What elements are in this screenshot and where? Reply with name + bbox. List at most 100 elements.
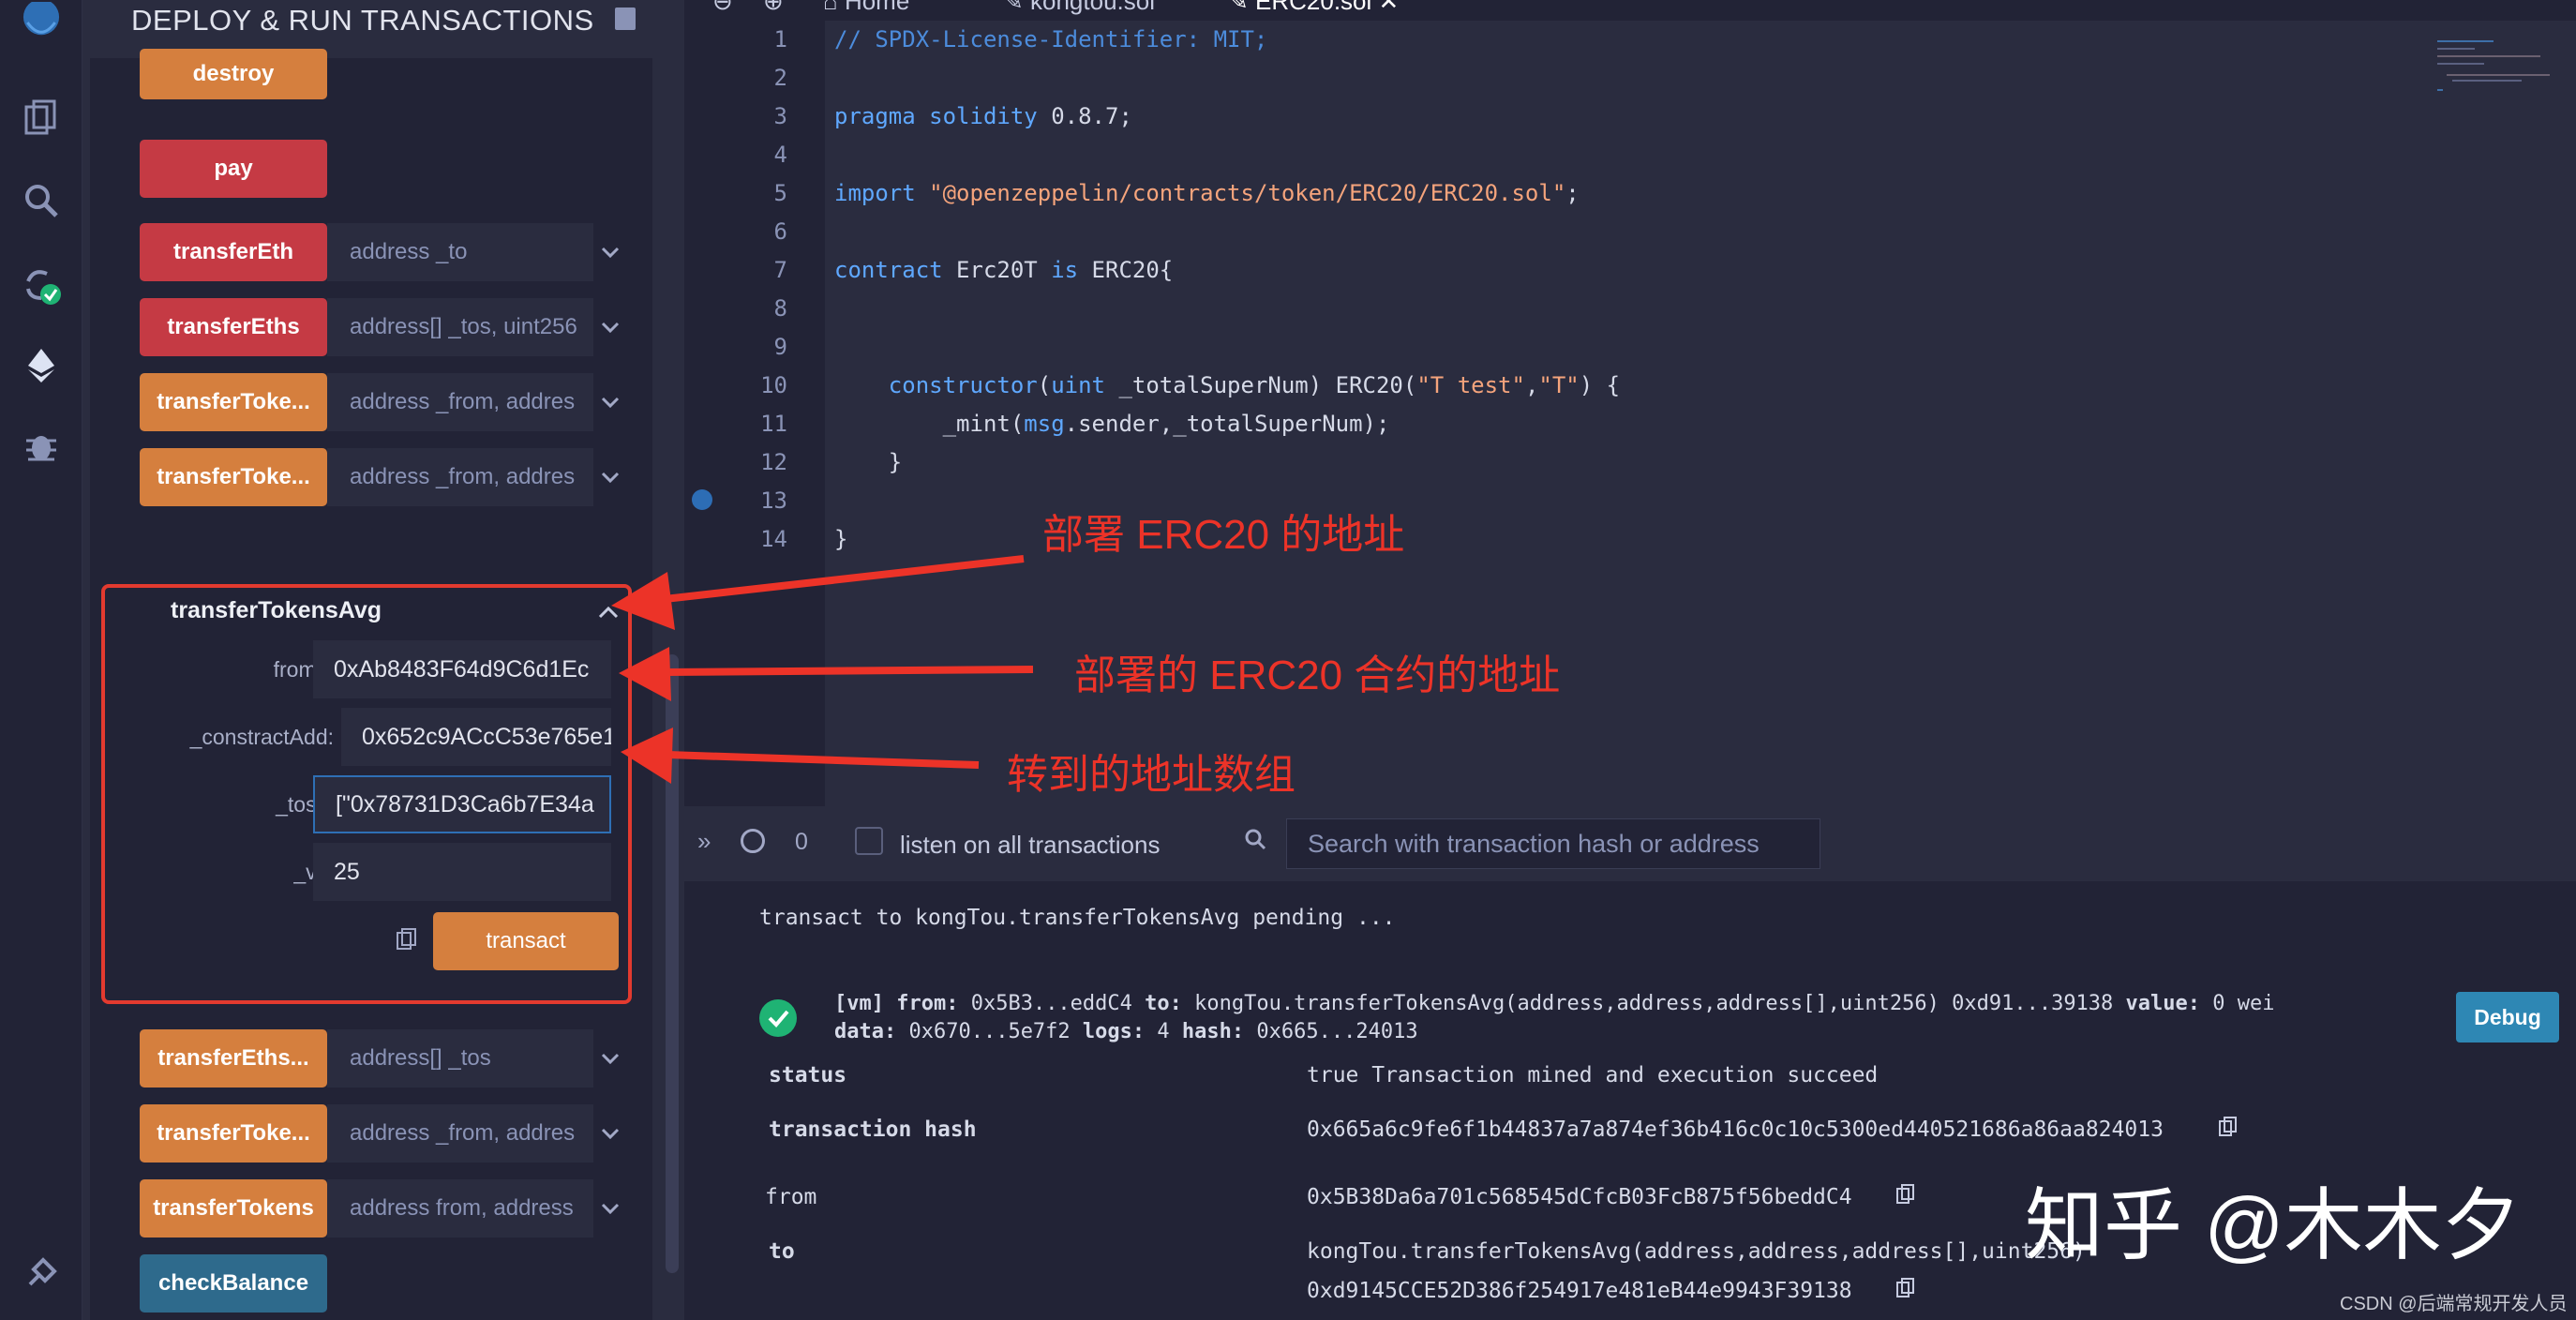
annotation-address-array: 转到的地址数组	[1007, 752, 1295, 798]
tos-input[interactable]: ["0x78731D3Ca6b7E34a	[313, 775, 611, 833]
transferEths-button[interactable]: transferEths...	[140, 1029, 327, 1088]
transferTokens-input[interactable]: address _from, addres	[327, 1104, 593, 1162]
tab-erc20[interactable]: ✎ ERC20.sol ✕	[1228, 0, 1399, 16]
search-icon[interactable]	[15, 174, 67, 227]
debugger-icon[interactable]	[15, 420, 67, 472]
transferTokensAvg-form: transferTokensAvg from: 0xAb8483F64d9C6d…	[101, 584, 632, 1004]
code-line[interactable]: 5 import "@openzeppelin/contracts/token/E…	[684, 176, 2512, 210]
search-icon	[1243, 827, 1267, 851]
panel-scrollbar[interactable]	[666, 654, 679, 1273]
minimap[interactable]	[2437, 38, 2559, 112]
code-text: }	[834, 449, 903, 475]
tx-summary-line1[interactable]: [vm] from: 0x5B3...eddC4 to: kongTou.tra…	[834, 992, 2275, 1015]
transaction-search-input[interactable]: Search with transaction hash or address	[1286, 818, 1820, 869]
chevron-down-icon[interactable]	[596, 373, 624, 431]
code-text: constructor(uint _totalSuperNum) ERC20("…	[888, 372, 1621, 398]
contract-address-input[interactable]: 0x652c9ACcC53e765e1	[341, 708, 611, 766]
debug-button[interactable]: Debug	[2456, 992, 2559, 1042]
transferEths-input[interactable]: address[] _tos, uint256	[327, 298, 593, 356]
copy-icon[interactable]	[1895, 1277, 1916, 1299]
file-explorer-icon[interactable]	[15, 92, 67, 144]
transferTokens-input[interactable]: address _from, addres	[327, 373, 593, 431]
chevron-down-icon[interactable]	[596, 1104, 624, 1162]
code-text: contract Erc20T is ERC20{	[834, 257, 1174, 283]
code-line[interactable]: 11 _mint(msg.sender,_totalSuperNum);	[684, 407, 2512, 441]
terminal-toolbar: » 0 listen on all transactions Search wi…	[684, 806, 2576, 881]
chevron-down-icon[interactable]	[596, 1029, 624, 1088]
row-value: 0x5B38Da6a701c568545dCfcB03FcB875f56bedd…	[1307, 1185, 1852, 1209]
code-line[interactable]: 2	[684, 61, 2512, 95]
row-key: transaction hash	[769, 1118, 977, 1142]
transferTokens-button[interactable]: transferToke...	[140, 373, 327, 431]
icon-bar	[0, 0, 82, 1320]
copy-icon[interactable]	[1895, 1183, 1916, 1206]
transferEth-button[interactable]: transferEth	[140, 223, 327, 281]
row-value: 0x665a6c9fe6f1b44837a7a874ef36b416c0c10c…	[1307, 1118, 2164, 1142]
copy-icon[interactable]	[396, 927, 418, 952]
annotation-contract-address: 部署的 ERC20 合约的地址	[1074, 652, 1561, 698]
transferTokens-input[interactable]: address _from, addres	[327, 448, 593, 506]
line-number: 12	[760, 449, 787, 475]
plugin-manager-icon[interactable]	[15, 1247, 67, 1299]
tab-kongtou[interactable]: ✎ kongtou.sol	[1003, 0, 1155, 16]
transferTokens-button[interactable]: transferToke...	[140, 448, 327, 506]
code-text: }	[834, 526, 848, 552]
transferTokens-button[interactable]: transferTokens	[140, 1179, 327, 1238]
checkBalance-button[interactable]: checkBalance	[140, 1254, 327, 1312]
clear-console-icon[interactable]	[741, 829, 765, 853]
listen-label: listen on all transactions	[900, 831, 1161, 859]
line-number: 10	[760, 372, 787, 398]
close-icon[interactable]: ✕	[1371, 0, 1400, 15]
code-line[interactable]: 3 pragma solidity 0.8.7;	[684, 99, 2512, 133]
chevron-up-icon[interactable]	[596, 601, 621, 625]
remix-logo-icon[interactable]	[13, 0, 69, 51]
deploy-run-icon[interactable]	[15, 339, 67, 392]
listen-checkbox[interactable]	[855, 827, 883, 855]
destroy-button[interactable]: destroy	[140, 49, 327, 99]
pending-count: 0	[795, 829, 808, 855]
code-line[interactable]: 13	[684, 484, 2512, 518]
csdn-watermark: CSDN @后端常规开发人员	[2340, 1294, 2568, 1314]
success-check-icon	[759, 999, 797, 1037]
copy-icon[interactable]	[2218, 1116, 2239, 1138]
code-line[interactable]: 10 constructor(uint _totalSuperNum) ERC2…	[684, 368, 2512, 402]
chevron-down-icon[interactable]	[596, 448, 624, 506]
transferTokens-button[interactable]: transferToke...	[140, 1104, 327, 1162]
chevron-down-icon[interactable]	[596, 1179, 624, 1238]
v-input[interactable]: 25	[313, 843, 611, 901]
zoom-out-icon[interactable]: ⊖	[712, 0, 733, 16]
transferEths-button[interactable]: transferEths	[140, 298, 327, 356]
deployed-contract-functions: destroy pay transferEth address _to tran…	[90, 49, 652, 1320]
code-line[interactable]: 4	[684, 138, 2512, 172]
code-text: pragma solidity 0.8.7;	[834, 103, 1132, 129]
line-number: 5	[773, 180, 787, 206]
code-line[interactable]: 1 // SPDX-License-Identifier: MIT;	[684, 22, 2512, 56]
code-editor[interactable]: 1 // SPDX-License-Identifier: MIT; 2 3 pragm…	[684, 21, 2576, 806]
transferEths-input[interactable]: address[] _tos	[327, 1029, 593, 1088]
from-input[interactable]: 0xAb8483F64d9C6d1Ec	[313, 640, 611, 698]
param-label: _v:	[293, 860, 322, 884]
code-line[interactable]: 8	[684, 292, 2512, 325]
compiler-icon[interactable]	[15, 259, 67, 311]
transferEth-input[interactable]: address _to	[327, 223, 593, 281]
code-line[interactable]: 6	[684, 215, 2512, 248]
function-title: transferTokensAvg	[171, 597, 382, 623]
code-line[interactable]: 12 }	[684, 445, 2512, 479]
code-line[interactable]: 7 contract Erc20T is ERC20{	[684, 253, 2512, 287]
tab-home[interactable]: ⌂ Home	[823, 0, 909, 16]
file-icon: ✎	[1228, 0, 1256, 15]
tx-summary-line2[interactable]: data: 0x670...5e7f2 logs: 4 hash: 0x665.…	[834, 1020, 1418, 1043]
transferTokens-input[interactable]: address from, address	[327, 1179, 593, 1238]
zoom-in-icon[interactable]: ⊕	[763, 0, 784, 16]
code-line[interactable]: 14}	[684, 522, 2512, 556]
pay-button[interactable]: pay	[140, 140, 327, 198]
collapse-terminal-icon[interactable]: »	[697, 827, 711, 856]
transact-button[interactable]: transact	[433, 912, 619, 970]
chevron-down-icon[interactable]	[596, 298, 624, 356]
remix-ide: DEPLOY & RUN TRANSACTIONS destroy pay tr…	[0, 0, 2576, 1320]
file-icon: ✎	[1003, 0, 1031, 15]
code-line[interactable]: 9	[684, 330, 2512, 364]
docs-icon[interactable]	[615, 8, 636, 30]
line-number: 6	[773, 218, 787, 245]
chevron-down-icon[interactable]	[596, 223, 624, 281]
